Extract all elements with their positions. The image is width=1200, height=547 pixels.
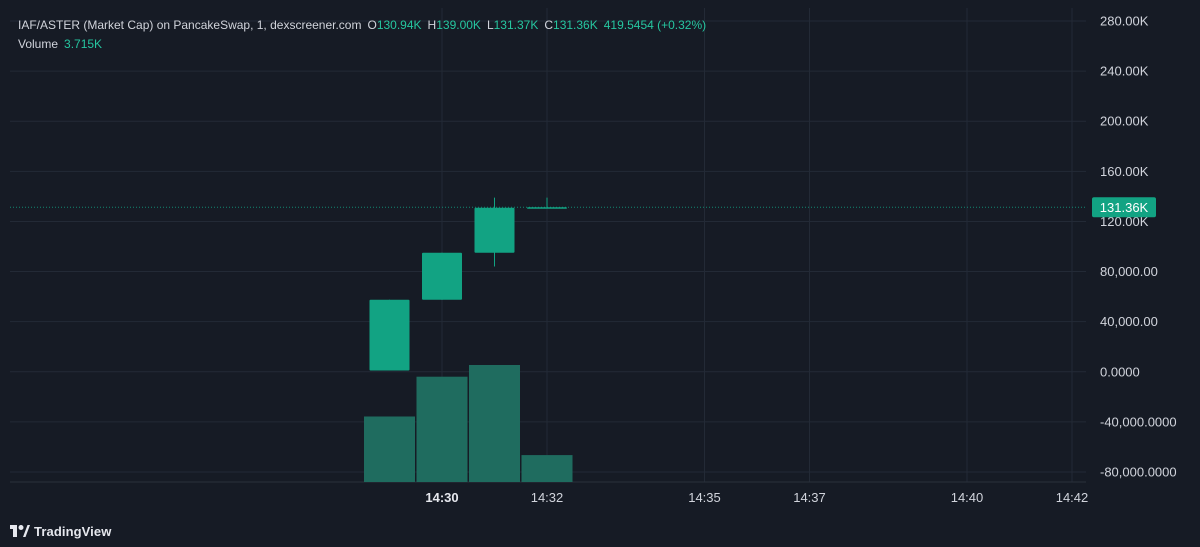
- legend-title: IAF/ASTER (Market Cap) on PancakeSwap, 1…: [18, 18, 362, 32]
- candle-body: [369, 299, 410, 371]
- legend-volume-value: 3.715K: [64, 37, 103, 51]
- tradingview-logo-icon: [10, 525, 30, 537]
- price-tick-label: 200.00K: [1100, 114, 1149, 129]
- volume-bars: [364, 365, 573, 482]
- legend-open-key: O: [367, 18, 377, 32]
- price-axis[interactable]: 280.00K240.00K200.00K160.00K120.00K80,00…: [1100, 14, 1177, 480]
- candles: [369, 197, 567, 371]
- last-price-tag-label: 131.36K: [1100, 200, 1149, 215]
- time-tick-label: 14:32: [531, 490, 564, 505]
- grid: [10, 8, 1086, 483]
- time-tick-label: 14:42: [1056, 490, 1089, 505]
- legend-open-value: 130.94K: [376, 18, 422, 32]
- legend-close-value: 131.36K: [553, 18, 598, 32]
- chart-legend: IAF/ASTER (Market Cap) on PancakeSwap, 1…: [18, 16, 706, 54]
- last-price-tag: 131.36K: [1092, 197, 1156, 218]
- time-tick-label: 14:37: [793, 490, 826, 505]
- price-tick-label: 280.00K: [1100, 14, 1149, 29]
- price-tick-label: 160.00K: [1100, 164, 1149, 179]
- candle-body: [422, 252, 462, 300]
- volume-bar: [469, 365, 520, 482]
- time-tick-label: 14:40: [951, 490, 984, 505]
- legend-close-key: C: [544, 18, 554, 32]
- brand-label: TradingView: [34, 523, 112, 539]
- price-tick-label: -40,000.0000: [1100, 414, 1177, 429]
- price-tick-label: 40,000.00: [1100, 314, 1158, 329]
- volume-bar: [416, 376, 468, 482]
- legend-high-key: H: [427, 18, 437, 32]
- candle-body: [474, 207, 515, 253]
- price-tick-label: -80,000.0000: [1100, 465, 1177, 480]
- volume-bar: [521, 455, 573, 482]
- legend-change: 419.5454 (+0.32%): [603, 18, 707, 32]
- time-tick-label: 14:35: [688, 490, 721, 505]
- volume-bar: [364, 416, 415, 482]
- legend-low-value: 131.37K: [493, 18, 539, 32]
- time-tick-label: 14:30: [425, 490, 458, 505]
- legend-volume-label: Volume: [18, 37, 59, 51]
- legend-low-key: L: [486, 18, 494, 32]
- footer: TradingView: [0, 515, 1200, 547]
- candle-body: [527, 207, 567, 209]
- legend-row-volume: Volume 3.715K: [18, 35, 706, 54]
- price-tick-label: 80,000.00: [1100, 264, 1158, 279]
- price-tick-label: 0.0000: [1100, 364, 1140, 379]
- legend-high-value: 139.00K: [436, 18, 481, 32]
- tradingview-brand[interactable]: TradingView: [10, 524, 111, 539]
- legend-row-ohlc: IAF/ASTER (Market Cap) on PancakeSwap, 1…: [18, 16, 706, 35]
- chart[interactable]: 280.00K240.00K200.00K160.00K120.00K80,00…: [0, 0, 1200, 547]
- price-tick-label: 240.00K: [1100, 64, 1149, 79]
- time-axis[interactable]: 14:30 14:32 14:35 14:37 14:40 14:42: [425, 490, 1088, 505]
